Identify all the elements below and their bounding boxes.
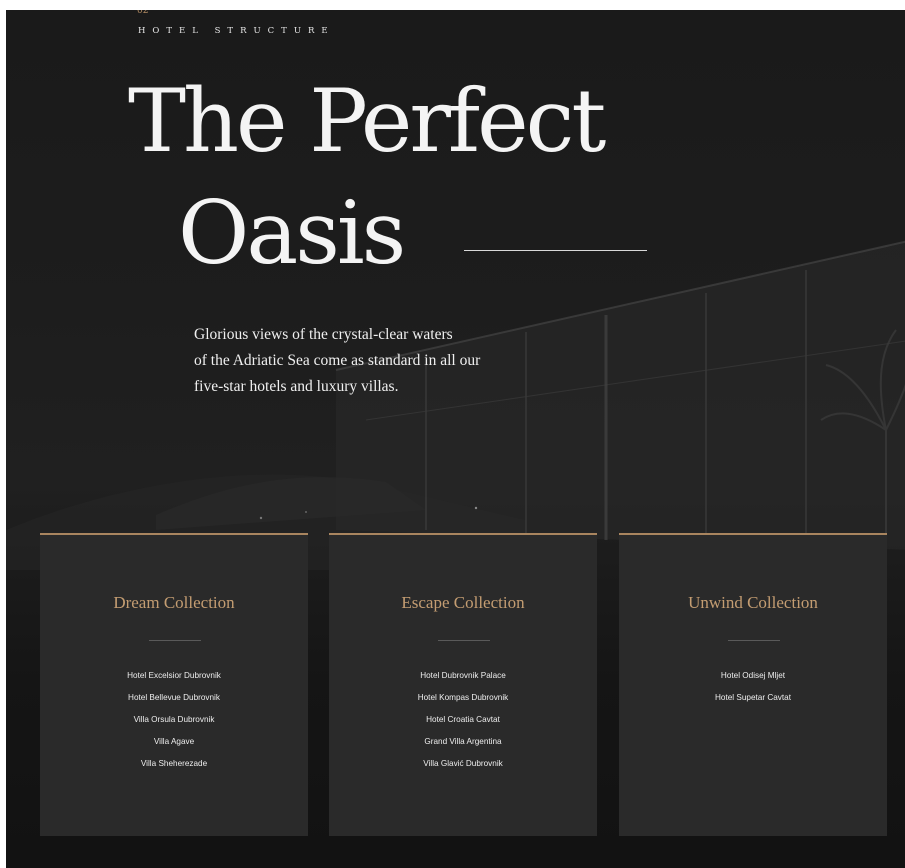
property-item[interactable]: Hotel Excelsior Dubrovnik [40,669,308,691]
property-link[interactable]: Villa Sheherezade [141,759,207,768]
property-item[interactable]: Villa Sheherezade [40,757,308,779]
collection-divider [149,640,201,641]
hero-intro-text: Glorious views of the crystal-clear wate… [194,322,554,400]
hotel-structure-section: 02 HOTEL STRUCTURE The Perfect Oasis Glo… [6,10,905,868]
collection-card-dream: Dream Collection Hotel Excelsior Dubrovn… [40,533,308,836]
property-item[interactable]: Grand Villa Argentina [329,735,597,757]
hero-headline-line-1: The Perfect [128,70,606,172]
collection-card-unwind: Unwind Collection Hotel Odisej Mljet Hot… [619,533,887,836]
headline-divider [464,250,647,251]
property-link[interactable]: Hotel Dubrovnik Palace [420,671,506,680]
property-item[interactable]: Hotel Odisej Mljet [619,669,887,691]
property-list: Hotel Excelsior Dubrovnik Hotel Bellevue… [40,669,308,779]
property-item[interactable]: Hotel Kompas Dubrovnik [329,691,597,713]
property-link[interactable]: Hotel Kompas Dubrovnik [418,693,509,702]
collections-grid: Dream Collection Hotel Excelsior Dubrovn… [40,533,888,836]
intro-line: five-star hotels and luxury villas. [194,378,399,395]
property-item[interactable]: Hotel Supetar Cavtat [619,691,887,713]
property-link[interactable]: Villa Glavić Dubrovnik [423,759,502,768]
property-link[interactable]: Hotel Supetar Cavtat [715,693,791,702]
property-link[interactable]: Hotel Odisej Mljet [721,671,785,680]
property-item[interactable]: Hotel Bellevue Dubrovnik [40,691,308,713]
collection-title: Unwind Collection [688,593,818,612]
intro-line: of the Adriatic Sea come as standard in … [194,352,481,369]
collection-title: Dream Collection [113,593,235,612]
section-number: 02 [137,10,149,16]
property-item[interactable]: Hotel Dubrovnik Palace [329,669,597,691]
property-item[interactable]: Hotel Croatia Cavtat [329,713,597,735]
collection-divider [438,640,490,641]
collection-divider [728,640,780,641]
collection-title: Escape Collection [401,593,525,612]
property-link[interactable]: Villa Orsula Dubrovnik [134,715,215,724]
property-list: Hotel Odisej Mljet Hotel Supetar Cavtat [619,669,887,713]
property-item[interactable]: Villa Glavić Dubrovnik [329,757,597,779]
property-link[interactable]: Hotel Excelsior Dubrovnik [127,671,221,680]
property-item[interactable]: Villa Orsula Dubrovnik [40,713,308,735]
intro-line: Glorious views of the crystal-clear wate… [194,326,453,343]
property-item[interactable]: Villa Agave [40,735,308,757]
property-link[interactable]: Hotel Croatia Cavtat [426,715,500,724]
property-link[interactable]: Grand Villa Argentina [424,737,501,746]
property-list: Hotel Dubrovnik Palace Hotel Kompas Dubr… [329,669,597,779]
section-eyebrow: HOTEL STRUCTURE [138,26,335,36]
property-link[interactable]: Villa Agave [154,737,194,746]
property-link[interactable]: Hotel Bellevue Dubrovnik [128,693,220,702]
hero-headline-line-2: Oasis [178,182,406,284]
collection-card-escape: Escape Collection Hotel Dubrovnik Palace… [329,533,597,836]
